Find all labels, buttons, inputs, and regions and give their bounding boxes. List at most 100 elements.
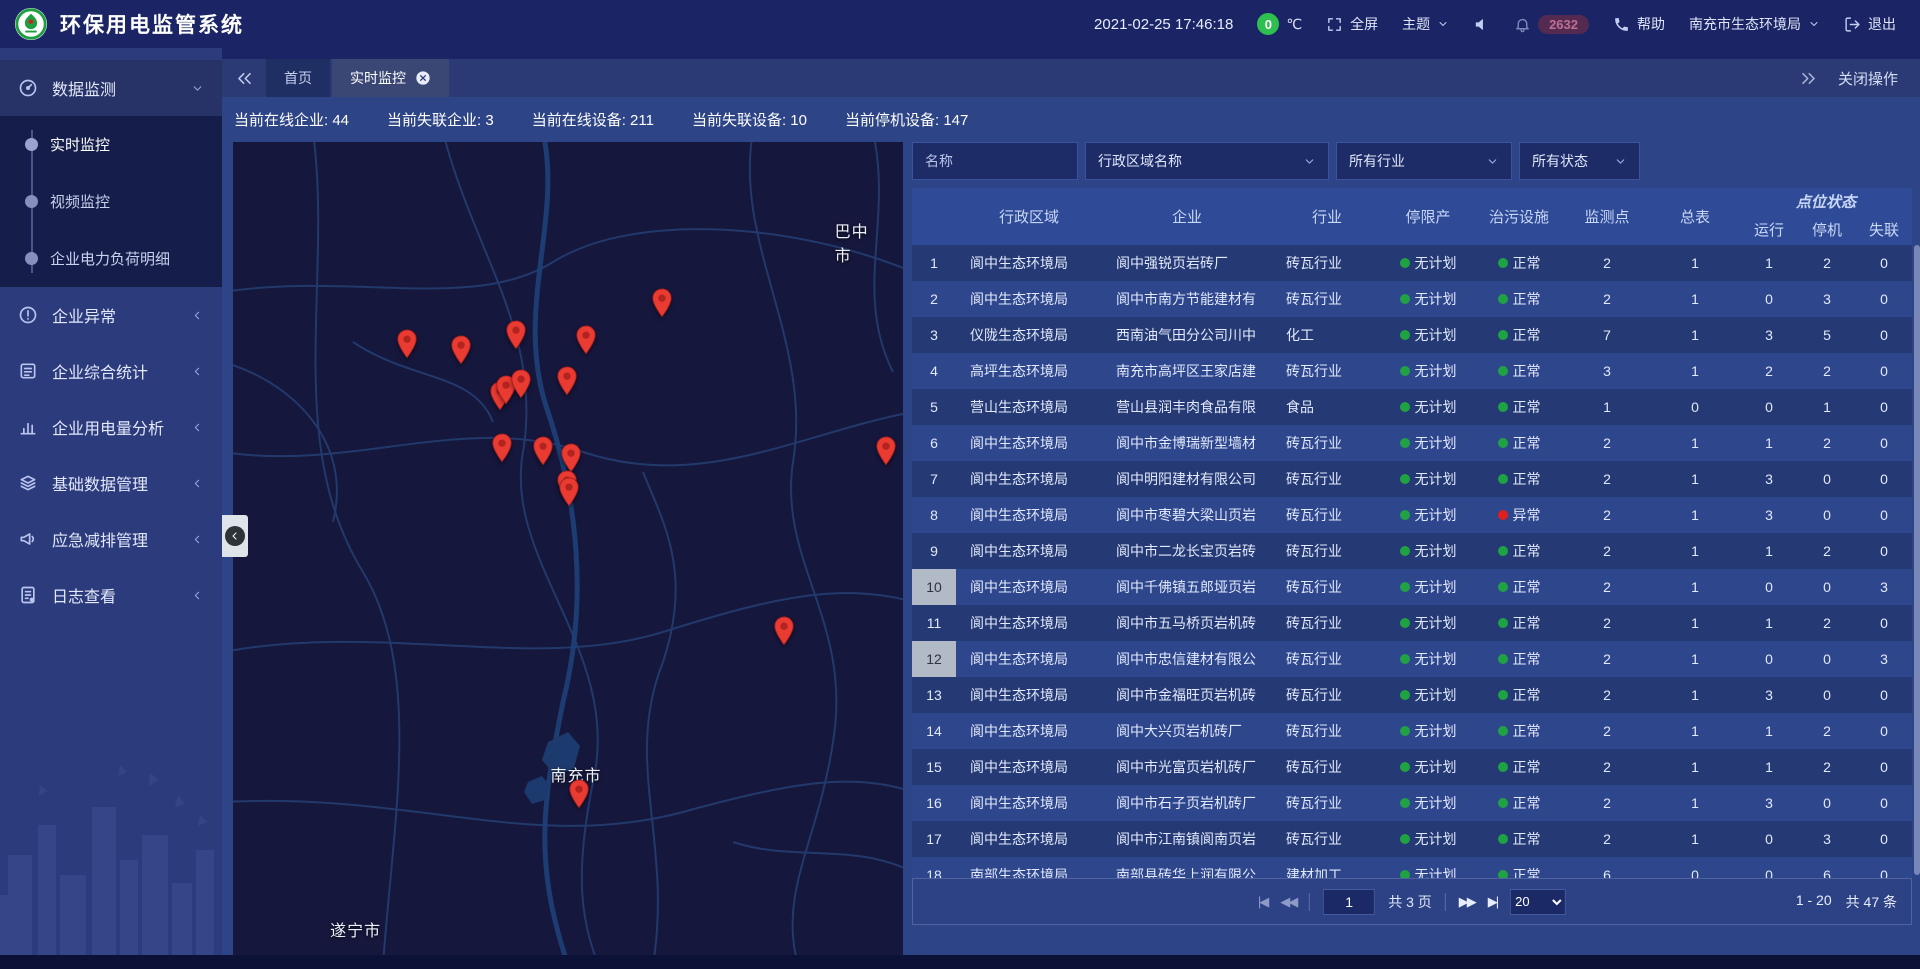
table-row[interactable]: 7阆中生态环境局阆中明阳建材有限公司砖瓦行业无计划正常21300 [912, 461, 1912, 497]
help-button[interactable]: 帮助 [1613, 14, 1665, 34]
table-row[interactable]: 3仪陇生态环境局西南油气田分公司川中化工无计划正常71350 [912, 317, 1912, 353]
app-title: 环保用电监管系统 [60, 9, 244, 39]
sidebar-collapse-button[interactable] [222, 515, 248, 557]
table-cell: 2 [1564, 821, 1650, 857]
map-pin-icon[interactable] [558, 477, 579, 507]
region-filter-select[interactable]: 行政区域名称 [1085, 142, 1329, 180]
sound-button[interactable] [1473, 16, 1490, 33]
table-cell: 阆中市五马桥页岩机砖 [1102, 605, 1272, 641]
table-cell: 0 [1856, 821, 1912, 857]
table-cell: 1 [1650, 317, 1740, 353]
table-cell: 1 [1650, 533, 1740, 569]
table-row[interactable]: 5营山生态环境局营山县润丰肉食品有限食品无计划正常10010 [912, 389, 1912, 425]
close-operations-button[interactable]: 关闭操作 [1838, 68, 1898, 89]
map-pin-icon[interactable] [505, 320, 526, 350]
table-row[interactable]: 9阆中生态环境局阆中市二龙长宝页岩砖砖瓦行业无计划正常21120 [912, 533, 1912, 569]
table-cell: 阆中生态环境局 [956, 749, 1102, 785]
org-label: 南充市生态环境局 [1689, 14, 1801, 34]
map-pin-icon[interactable] [875, 436, 896, 466]
tab-home[interactable]: 首页 [266, 59, 330, 97]
table-cell: 0 [1740, 569, 1798, 605]
theme-button[interactable]: 主题 [1402, 14, 1449, 34]
sidebar-subitem[interactable]: 企业电力负荷明细 [0, 230, 222, 287]
table-cell: 阆中市南方节能建材有 [1102, 281, 1272, 317]
last-page-button[interactable]: ▶| [1488, 894, 1497, 910]
table-cell: 正常 [1474, 641, 1564, 677]
user-menu[interactable]: 南充市生态环境局 [1689, 14, 1820, 34]
map-pin-icon[interactable] [450, 335, 471, 365]
sidebar-item-label: 日志查看 [52, 583, 191, 607]
table-cell: 2 [912, 281, 956, 317]
total-pages-label: 共 3 页 [1388, 892, 1432, 912]
sidebar-item-log-view[interactable]: 日志查看 [0, 567, 222, 623]
map-pin-icon[interactable] [576, 325, 597, 355]
table-row[interactable]: 8阆中生态环境局阆中市枣碧大梁山页岩砖瓦行业无计划异常21300 [912, 497, 1912, 533]
tab-realtime-monitor[interactable]: 实时监控 [332, 59, 449, 97]
sidebar-item-emergency-reduction[interactable]: 应急减排管理 [0, 511, 222, 567]
table-cell: 1 [1740, 425, 1798, 461]
status-filter-select[interactable]: 所有状态 [1519, 142, 1640, 180]
map-pin-icon[interactable] [774, 616, 795, 646]
table-row[interactable]: 6阆中生态环境局阆中市金博瑞新型墙材砖瓦行业无计划正常21120 [912, 425, 1912, 461]
table-cell: 正常 [1474, 425, 1564, 461]
record-total-label: 共 47 条 [1846, 892, 1897, 912]
chevron-left-icon [191, 477, 204, 490]
logout-button[interactable]: 退出 [1844, 14, 1896, 34]
map[interactable]: 巴中市南充市遂宁市 [233, 142, 903, 955]
table-cell: 0 [1856, 605, 1912, 641]
sidebar-item-base-data[interactable]: 基础数据管理 [0, 455, 222, 511]
name-filter-input[interactable] [912, 142, 1078, 180]
page-size-select[interactable]: 20 [1510, 889, 1566, 915]
submenu-dot-icon [25, 252, 38, 265]
table-row[interactable]: 1阆中生态环境局阆中强锐页岩砖厂砖瓦行业无计划正常21120 [912, 245, 1912, 281]
map-pin-icon[interactable] [511, 369, 532, 399]
table-row[interactable]: 16阆中生态环境局阆中市石子页岩机砖厂砖瓦行业无计划正常21300 [912, 785, 1912, 821]
sidebar-item-power-usage-analysis[interactable]: 企业用电量分析 [0, 399, 222, 455]
status-dot-icon [1400, 294, 1410, 304]
fullscreen-button[interactable]: 全屏 [1326, 14, 1378, 34]
table-row[interactable]: 14阆中生态环境局阆中大兴页岩机砖厂砖瓦行业无计划正常21120 [912, 713, 1912, 749]
map-pin-icon[interactable] [533, 436, 554, 466]
first-page-button[interactable]: |◀ [1258, 894, 1267, 910]
tabs-scroll-left-button[interactable] [222, 59, 266, 97]
table-cell: 18 [912, 857, 956, 878]
table-row[interactable]: 12阆中生态环境局阆中市忠信建材有限公砖瓦行业无计划正常21003 [912, 641, 1912, 677]
chevrons-right-icon[interactable] [1799, 69, 1818, 88]
table-scrollbar[interactable] [1914, 245, 1920, 875]
table-row[interactable]: 11阆中生态环境局阆中市五马桥页岩机砖砖瓦行业无计划正常21120 [912, 605, 1912, 641]
sidebar-item-enterprise-abnormal[interactable]: 企业异常 [0, 287, 222, 343]
tab-close-icon[interactable] [415, 70, 431, 86]
table-row[interactable]: 4高坪生态环境局南充市高坪区王家店建砖瓦行业无计划正常31220 [912, 353, 1912, 389]
map-pin-icon[interactable] [651, 288, 672, 318]
sidebar-subitem[interactable]: 实时监控 [0, 116, 222, 173]
map-pin-icon[interactable] [397, 329, 418, 359]
sidebar-item-data-monitor[interactable]: 数据监测 [0, 60, 222, 116]
table-row[interactable]: 17阆中生态环境局阆中市江南镇阆南页岩砖瓦行业无计划正常21030 [912, 821, 1912, 857]
status-dot-icon [1498, 546, 1508, 556]
map-pin-icon[interactable] [561, 443, 582, 473]
industry-filter-select[interactable]: 所有行业 [1336, 142, 1512, 180]
table-cell: 无计划 [1382, 533, 1474, 569]
table-cell: 2 [1740, 353, 1798, 389]
table-cell: 正常 [1474, 245, 1564, 281]
table-row[interactable]: 18南部生态环境局南部县砖华上润有限公建材加工无计划正常60060 [912, 857, 1912, 878]
prev-page-button[interactable]: ◀◀ [1280, 894, 1296, 910]
table-row[interactable]: 13阆中生态环境局阆中市金福旺页岩机砖砖瓦行业无计划正常21300 [912, 677, 1912, 713]
page-number-input[interactable] [1323, 889, 1375, 915]
table-cell: 1 [912, 245, 956, 281]
map-pin-icon[interactable] [557, 366, 578, 396]
layers-icon [18, 473, 38, 493]
map-pin-icon[interactable] [492, 433, 513, 463]
table-cell: 1 [1650, 281, 1740, 317]
table-cell: 阆中市金博瑞新型墙材 [1102, 425, 1272, 461]
table-row[interactable]: 15阆中生态环境局阆中市光富页岩机砖厂砖瓦行业无计划正常21120 [912, 749, 1912, 785]
notification-button[interactable]: 2632 [1514, 15, 1589, 34]
table-cell: 阆中生态环境局 [956, 533, 1102, 569]
next-page-button[interactable]: ▶▶ [1459, 894, 1475, 910]
map-pin-icon[interactable] [569, 779, 590, 809]
sidebar-subitem[interactable]: 视频监控 [0, 173, 222, 230]
table-cell: 阆中生态环境局 [956, 461, 1102, 497]
sidebar-item-enterprise-statistics[interactable]: 企业综合统计 [0, 343, 222, 399]
table-row[interactable]: 10阆中生态环境局阆中千佛镇五郎垭页岩砖瓦行业无计划正常21003 [912, 569, 1912, 605]
table-row[interactable]: 2阆中生态环境局阆中市南方节能建材有砖瓦行业无计划正常21030 [912, 281, 1912, 317]
